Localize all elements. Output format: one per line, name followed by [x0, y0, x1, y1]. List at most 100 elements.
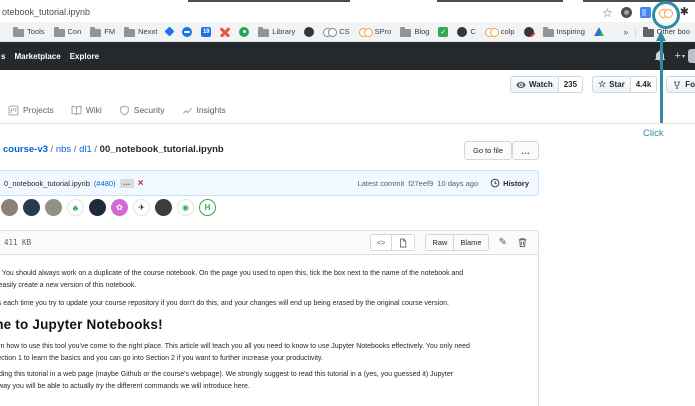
edit-pencil-icon[interactable]: ✎ [499, 237, 507, 248]
graph-icon [182, 107, 192, 114]
drive-icon [593, 27, 604, 36]
annotation-line [660, 40, 663, 123]
breadcrumb-dir-link[interactable]: dl1 [79, 144, 92, 155]
bookmark-calendar[interactable]: 19 [201, 26, 212, 37]
more-options-button[interactable]: … [512, 141, 539, 160]
fork-button[interactable]: Fork [666, 76, 695, 93]
tab-insights[interactable]: Insights [182, 105, 226, 116]
tab-label: Wiki [85, 105, 102, 115]
star-count[interactable]: 4.4k [630, 76, 658, 93]
avatar[interactable] [89, 199, 106, 216]
bookmark-label: C [470, 27, 476, 36]
avatar[interactable] [155, 199, 172, 216]
nav-item-marketplace[interactable]: Marketplace [14, 52, 60, 61]
source-view-button[interactable]: <> [369, 234, 393, 251]
bookmark-tools[interactable]: Tools [13, 26, 45, 37]
book-icon [71, 105, 82, 115]
breadcrumb-repo-link[interactable]: course-v3 [3, 144, 48, 155]
clock-extension-icon[interactable] [620, 7, 632, 18]
notebook-heading: ome to Jupyter Notebooks! [0, 317, 163, 332]
avatar[interactable] [45, 199, 62, 216]
annotation-click-label: Click [643, 128, 664, 139]
bookmark-globe[interactable] [304, 26, 315, 37]
folder-icon [258, 26, 270, 37]
avatar[interactable]: ◉ [177, 199, 194, 216]
avatar[interactable]: ✿ [111, 199, 128, 216]
bookmark-x[interactable] [220, 27, 230, 37]
document-icon [400, 238, 407, 247]
watch-label: Watch [529, 80, 553, 89]
tab-label: Security [133, 105, 165, 115]
rendered-view-button[interactable] [392, 234, 416, 251]
bookmark-star-icon[interactable]: ☆ [602, 7, 613, 19]
create-new-button[interactable]: + ▾ [675, 50, 685, 62]
bookmark-colp[interactable]: colp [484, 27, 515, 37]
avatar[interactable] [1, 199, 18, 216]
history-button[interactable]: History [490, 178, 529, 188]
bookmark-diamond[interactable] [164, 26, 175, 37]
pr-link[interactable]: (#480) [94, 179, 116, 188]
bookmarks-overflow-chevron[interactable]: » [623, 27, 628, 37]
tab-security[interactable]: Security [119, 105, 165, 116]
breadcrumb-dir-link[interactable]: nbs [56, 144, 71, 155]
raw-blame-group: Raw Blame [425, 234, 489, 251]
fork-label: Fork [685, 80, 695, 89]
bookmark-con[interactable]: Con [53, 26, 81, 37]
star-button[interactable]: ☆ Star [592, 76, 631, 93]
bookmark-check[interactable]: ✓ [438, 26, 449, 37]
avatar[interactable]: ✈ [133, 199, 150, 216]
bookmark-pill[interactable] [182, 26, 193, 37]
notebook-text: the different commands we will introduce… [103, 383, 250, 390]
delete-trash-icon[interactable] [517, 237, 528, 248]
breadcrumb-separator: / [73, 144, 77, 155]
folder-icon [542, 26, 554, 37]
commit-time: 10 days ago [437, 178, 479, 188]
bookmark-nexxt[interactable]: Nexxt [124, 26, 157, 37]
avatar[interactable]: ♣ [67, 199, 84, 216]
bookmark-library[interactable]: Library [258, 26, 295, 37]
nav-item-partial[interactable]: s [1, 52, 5, 61]
bookmark-cs[interactable]: CS [323, 27, 350, 37]
tab-label: Insights [196, 105, 226, 115]
bookmark-c[interactable]: C [457, 26, 476, 37]
go-to-file-button[interactable]: Go to file [464, 141, 513, 160]
bookmark-spro[interactable]: SPro [358, 27, 391, 37]
pinwheel-extension-icon[interactable]: ✱ [680, 7, 689, 18]
watch-button[interactable]: Watch [510, 76, 559, 93]
ci-status-failed-icon[interactable]: × [138, 178, 144, 189]
bookmark-label: CS [339, 27, 350, 36]
blame-button[interactable]: Blame [454, 234, 489, 251]
file-nav-row: course-v3 / nbs / dl1 / 00_notebook_tuto… [0, 134, 695, 166]
globe-icon [457, 26, 468, 37]
bookmark-inspiring[interactable]: Inspiring [542, 26, 585, 37]
bookmark-fm[interactable]: FM [90, 26, 115, 37]
nav-item-explore[interactable]: Explore [70, 52, 99, 61]
blue-extension-icon[interactable] [639, 7, 651, 18]
watch-count[interactable]: 235 [558, 76, 584, 93]
address-bar-url[interactable]: otebook_tutorial.ipynb [2, 7, 90, 17]
bookmark-green-dot[interactable] [239, 26, 250, 37]
breadcrumb: course-v3 / nbs / dl1 / 00_notebook_tuto… [3, 144, 224, 155]
notebook-paragraph-line: This way you will be able to actually tr… [0, 381, 530, 393]
tab-projects[interactable]: Projects [8, 105, 54, 116]
commit-message[interactable]: 0_notebook_tutorial.ipynb [4, 179, 90, 188]
tab-wiki[interactable]: Wiki [71, 105, 102, 116]
commit-expander[interactable]: … [119, 178, 134, 188]
browser-window: otebook_tutorial.ipynb ☆ ✱ Tools Con FM … [0, 0, 695, 406]
repo-social-buttons: Watch 235 ☆ Star 4.4k Fork 3.4k [510, 76, 695, 93]
notebook-text: o learn how to use this tool you've come… [0, 343, 470, 350]
raw-button[interactable]: Raw [425, 234, 455, 251]
user-avatar[interactable] [688, 49, 695, 63]
avatar[interactable] [23, 199, 40, 216]
bookmark-blog[interactable]: Blog [400, 26, 429, 37]
notebook-paragraph-line: te to easily create a new version of thi… [0, 280, 530, 292]
annotation-circle [652, 1, 680, 29]
bookmarks-bar: Tools Con FM Nexxt 19 Library CS SPro Bl… [0, 22, 695, 42]
bookmark-drive[interactable] [593, 27, 604, 36]
star-label: Star [609, 80, 625, 89]
bookmark-globe-pen[interactable] [523, 26, 534, 37]
globe-icon [304, 26, 315, 37]
avatar[interactable]: H [199, 199, 216, 216]
bookmarks-right: » | Other boo [617, 26, 690, 37]
green-check-icon: ✓ [438, 26, 449, 37]
